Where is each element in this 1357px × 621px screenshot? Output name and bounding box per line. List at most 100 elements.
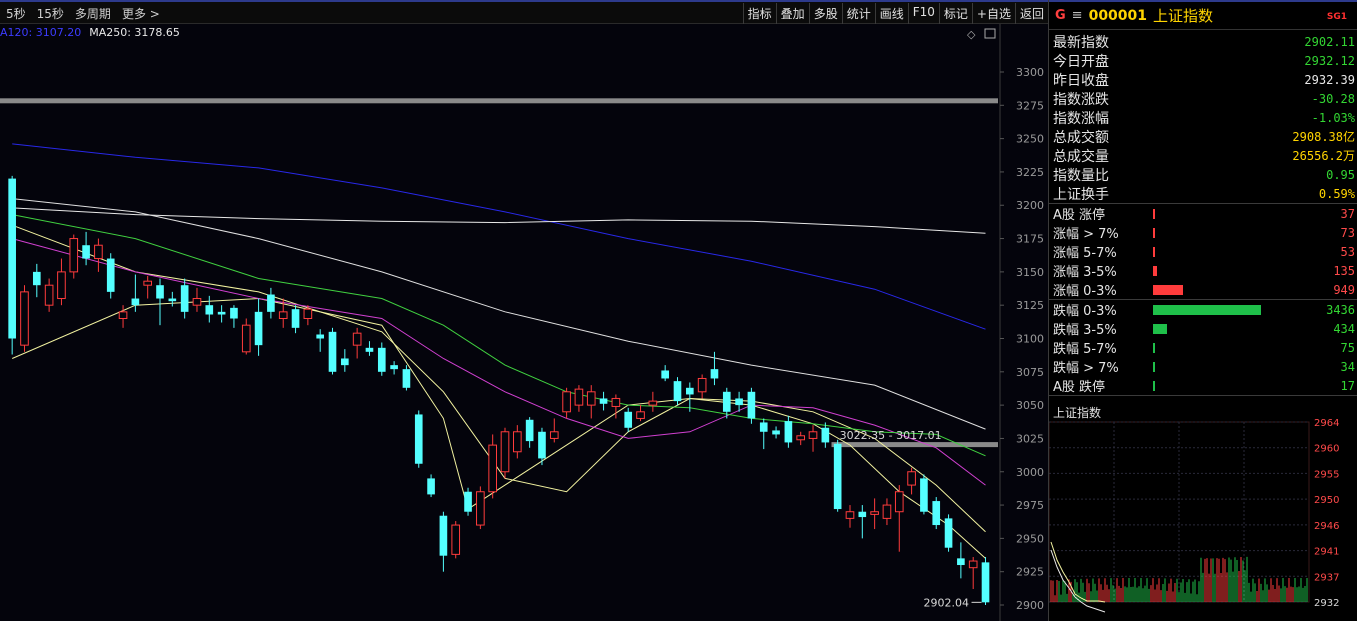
candle-body-up[interactable] — [278, 311, 288, 320]
candle-body-up[interactable] — [488, 444, 497, 493]
candle-body-down[interactable] — [932, 501, 941, 526]
candle-body-up[interactable] — [611, 397, 621, 407]
candle-body-down[interactable] — [205, 305, 214, 315]
candle-body-up[interactable] — [562, 391, 571, 413]
kline-chart[interactable]: 3300 3275 3250 3225 3200 3175 3150 3125 3100 3075… — [0, 24, 1048, 621]
candle-body-down[interactable] — [944, 518, 953, 548]
candle-body-down[interactable] — [267, 294, 275, 312]
candle-body-up[interactable] — [500, 431, 510, 473]
candle-body-up[interactable] — [57, 271, 66, 300]
candle-body-down[interactable] — [599, 398, 608, 404]
mark-button[interactable]: 标记 — [938, 3, 972, 24]
add-watchlist-button[interactable]: +自选 — [971, 3, 1015, 24]
candle-body-up[interactable] — [549, 431, 559, 439]
candle-body-up[interactable] — [808, 431, 818, 439]
candle-body-down[interactable] — [624, 411, 633, 428]
kline-svg[interactable]: 3300 3275 3250 3225 3200 3175 3150 3125 3100 3075… — [0, 24, 1048, 621]
candle-body-up[interactable] — [241, 324, 251, 353]
candle-body-down[interactable] — [538, 431, 546, 459]
candle-body-down[interactable] — [402, 369, 411, 388]
candle-body-up[interactable] — [94, 244, 103, 260]
candle-body-down[interactable] — [833, 443, 842, 510]
candle-body-up[interactable] — [513, 431, 522, 453]
candle-body-up[interactable] — [476, 491, 485, 526]
group-label[interactable]: G — [1055, 8, 1066, 23]
candle-body-down[interactable] — [784, 421, 793, 443]
draw-line-button[interactable]: 画线 — [874, 3, 908, 24]
candle-body-up[interactable] — [574, 388, 584, 406]
candle-body-up[interactable] — [303, 308, 313, 320]
candle-body-up[interactable] — [907, 471, 916, 486]
candle-body-down[interactable] — [156, 285, 164, 299]
candle-body-down[interactable] — [772, 430, 780, 435]
candle-body-down[interactable] — [414, 414, 423, 464]
overlay-button[interactable]: 叠加 — [775, 3, 809, 24]
candle-body-down[interactable] — [747, 391, 756, 419]
candle-body-up[interactable] — [636, 411, 645, 419]
candle-body-down[interactable] — [464, 491, 472, 512]
candle-body-up[interactable] — [192, 298, 202, 306]
candle-body-up[interactable] — [586, 391, 596, 406]
candle-body-down[interactable] — [390, 365, 398, 370]
candle-body-up[interactable] — [796, 435, 806, 441]
candle-body-down[interactable] — [316, 334, 325, 339]
candle-body-down[interactable] — [168, 298, 177, 302]
candle-body-down[interactable] — [427, 478, 435, 495]
period-15s[interactable]: 15秒 — [37, 5, 64, 22]
candle-body-down[interactable] — [759, 422, 768, 432]
back-button[interactable]: 返回 — [1014, 3, 1048, 24]
multi-stock-button[interactable]: 多股 — [808, 3, 842, 24]
candle-body-down[interactable] — [858, 511, 867, 518]
diamond-icon[interactable]: ◇ — [967, 28, 976, 41]
candle-body-up[interactable] — [44, 284, 54, 306]
candle-body-down[interactable] — [230, 307, 238, 319]
candle-body-down[interactable] — [710, 369, 719, 379]
candle-body-down[interactable] — [673, 381, 682, 402]
candle-body-down[interactable] — [377, 347, 386, 372]
candle-body-down[interactable] — [341, 358, 349, 366]
statistics-button[interactable]: 统计 — [841, 3, 875, 24]
candle-body-down[interactable] — [920, 478, 928, 512]
candle-body-up[interactable] — [697, 377, 707, 393]
period-5s[interactable]: 5秒 — [6, 5, 26, 22]
resistance-line[interactable] — [0, 98, 998, 104]
candle-body-down[interactable] — [254, 311, 263, 346]
candle-body-up[interactable] — [845, 511, 855, 519]
candle-body-down[interactable] — [735, 398, 743, 406]
candle-body-down[interactable] — [8, 178, 16, 339]
candle-body-down[interactable] — [722, 391, 731, 412]
candle-body-down[interactable] — [525, 419, 534, 442]
candle-body-up[interactable] — [451, 524, 461, 555]
candle-body-down[interactable] — [685, 387, 694, 395]
f10-button[interactable]: F10 — [907, 3, 939, 24]
candle-body-down[interactable] — [82, 245, 90, 259]
candle-body-up[interactable] — [968, 560, 978, 569]
candle-body-down[interactable] — [106, 258, 115, 292]
candle-body-up[interactable] — [648, 400, 658, 406]
candle-body-down[interactable] — [981, 562, 990, 603]
candle-body-down[interactable] — [957, 558, 965, 566]
candle-body-down[interactable] — [439, 515, 448, 556]
candle-body-up[interactable] — [143, 280, 153, 286]
candle-body-up[interactable] — [882, 504, 892, 519]
candle-body-up[interactable] — [118, 311, 128, 320]
candle-body-down[interactable] — [661, 370, 669, 379]
candle-body-down[interactable] — [131, 298, 140, 306]
candle-body-down[interactable] — [365, 347, 374, 352]
menu-icon[interactable]: ≡ — [1072, 8, 1083, 23]
candle-body-up[interactable] — [870, 511, 879, 515]
candle-body-up[interactable] — [20, 291, 29, 346]
candle-body-up[interactable] — [69, 238, 79, 273]
indicator-button[interactable]: 指标 — [742, 3, 776, 24]
candle-body-down[interactable] — [291, 309, 300, 328]
panel-toggle-icon[interactable] — [984, 28, 996, 39]
candle-body-up[interactable] — [894, 491, 904, 513]
candle-body-up[interactable] — [352, 332, 362, 346]
period-more[interactable]: 更多 > — [122, 5, 160, 22]
candle-body-down[interactable] — [217, 311, 226, 315]
candle-body-down[interactable] — [328, 331, 337, 372]
period-multi[interactable]: 多周期 — [75, 5, 111, 22]
candle-body-down[interactable] — [180, 285, 189, 312]
intraday-mini-chart[interactable]: 2964 2960 2955 2950 2946 2941 2937 2932 上证指数 — [1049, 402, 1357, 621]
candle-body-down[interactable] — [32, 271, 41, 286]
